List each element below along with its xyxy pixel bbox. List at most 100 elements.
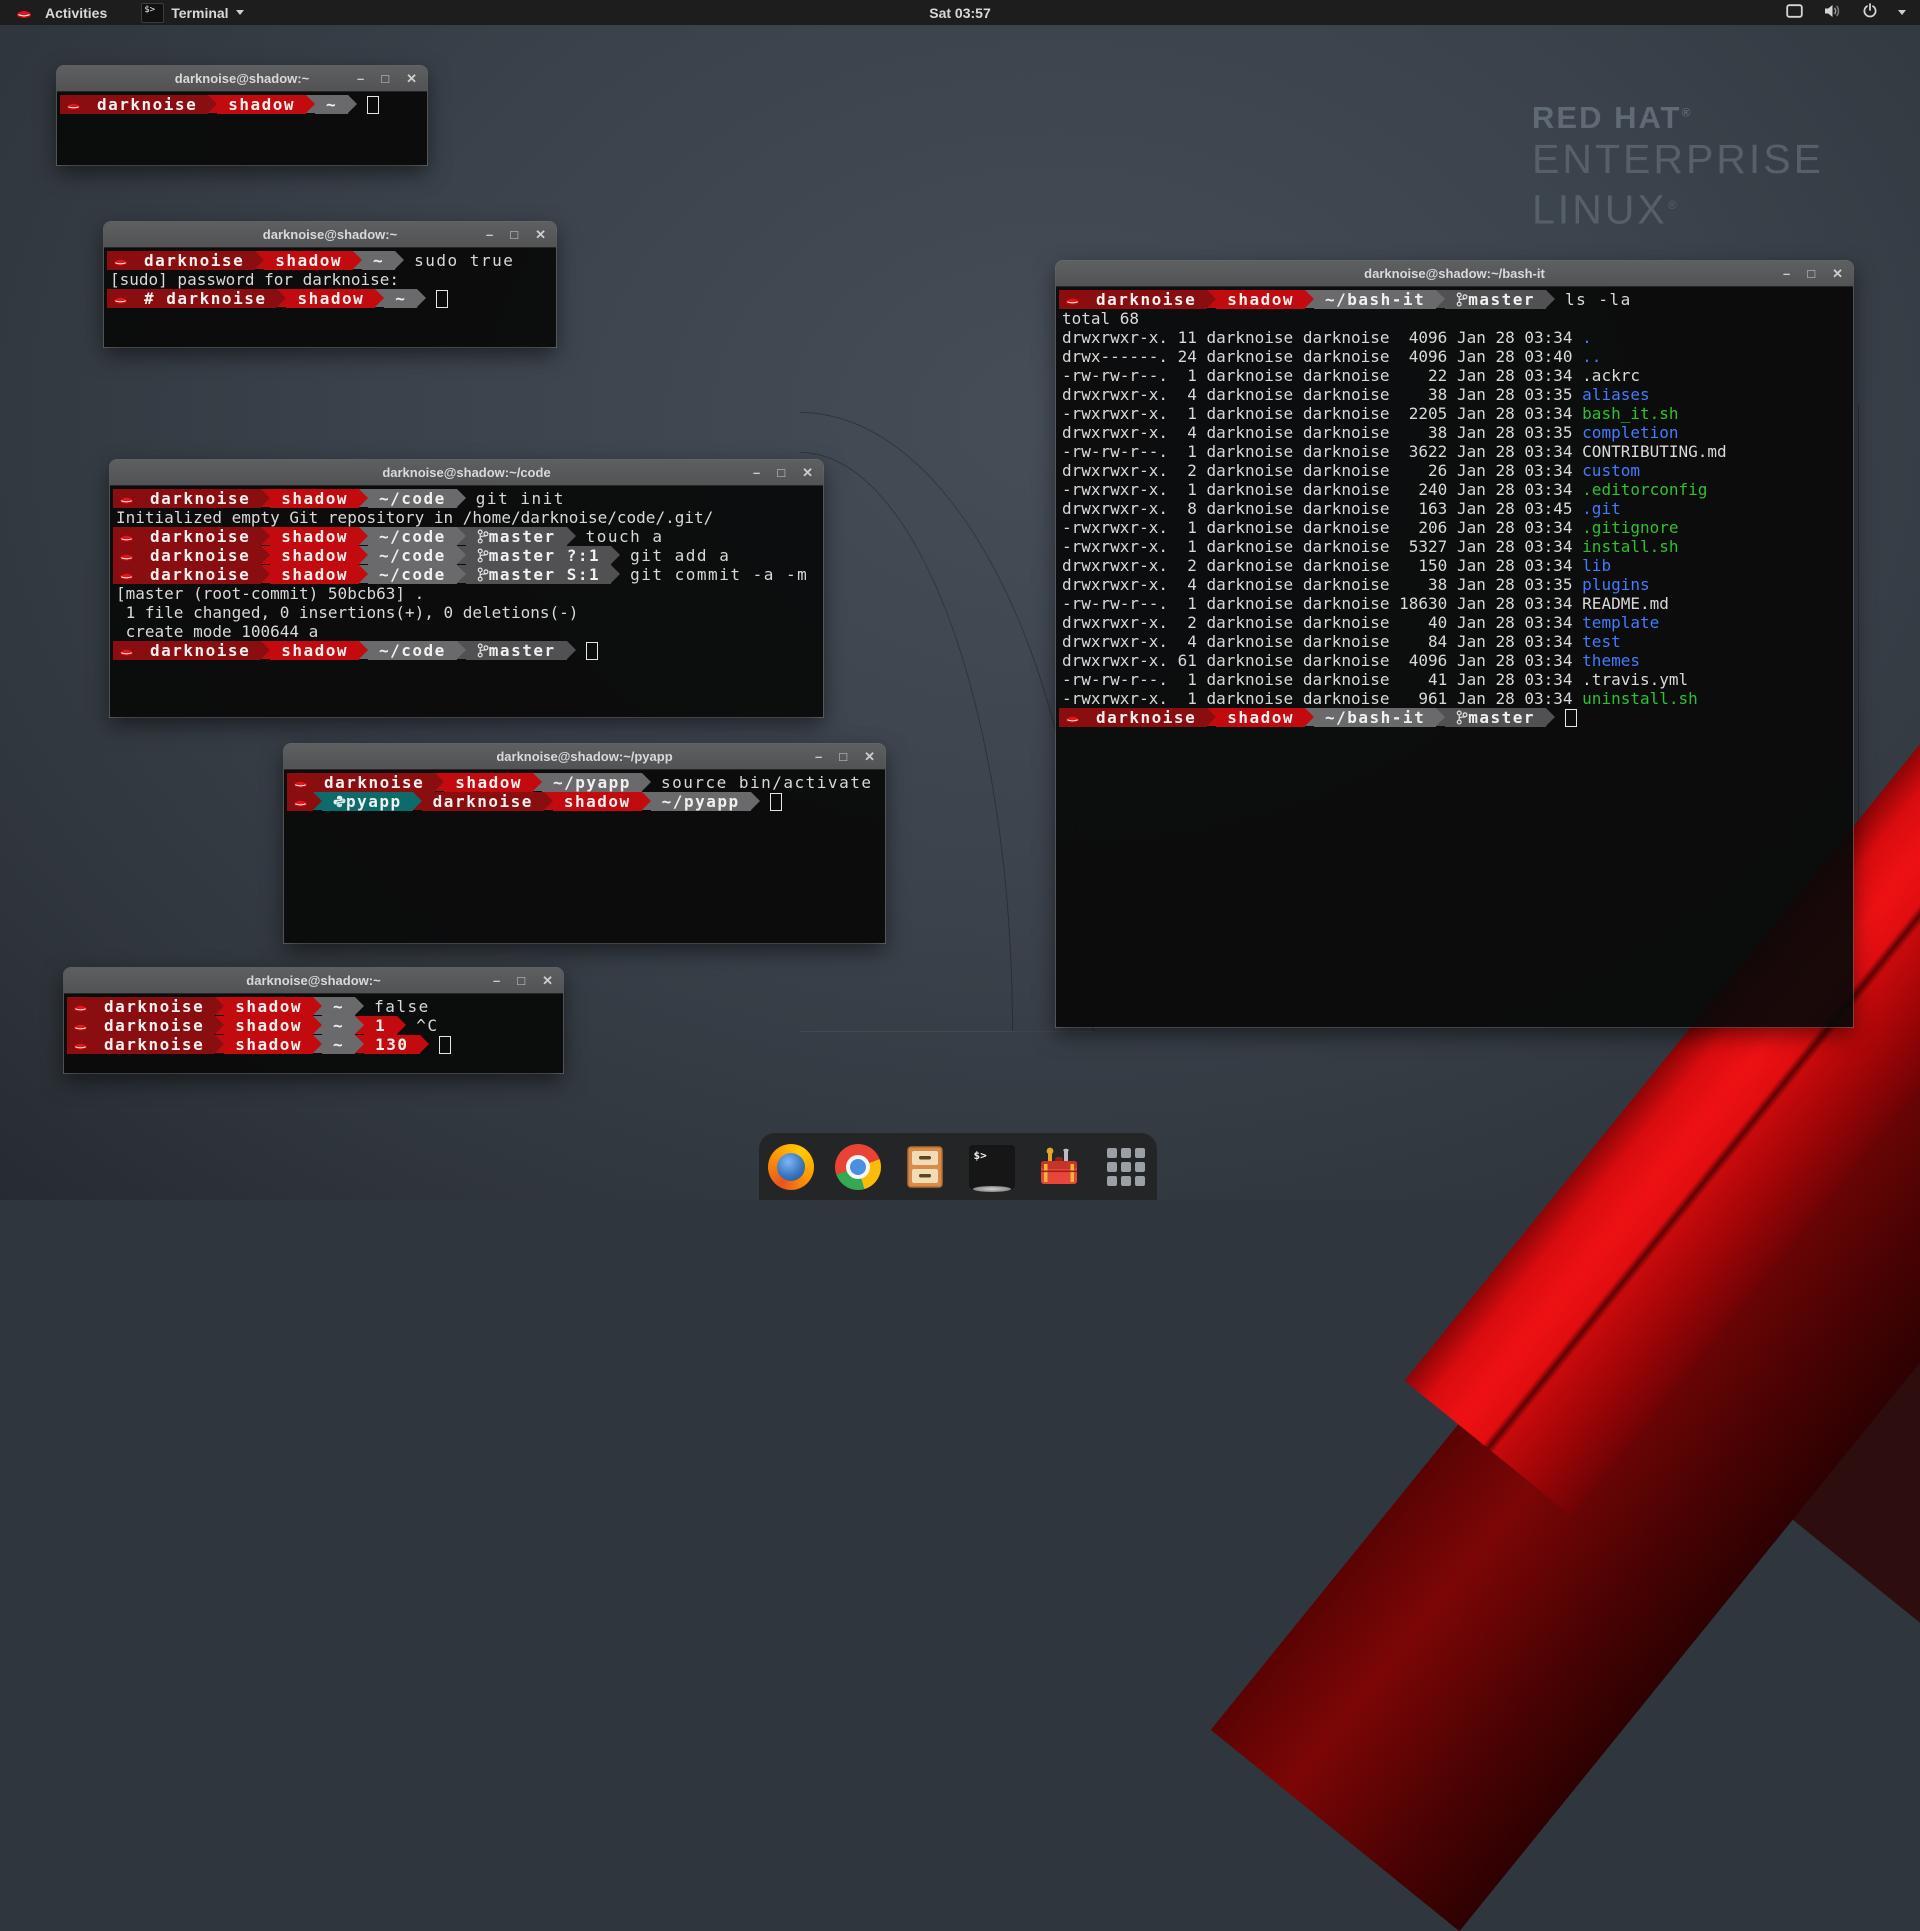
prompt-segment: ~ xyxy=(362,251,395,270)
prompt-segment: master xyxy=(1445,290,1546,309)
powerline-arrow xyxy=(1436,290,1445,308)
command-text: source bin/activate xyxy=(661,773,873,792)
python-icon xyxy=(333,795,346,808)
file-name: CONTRIBUTING.md xyxy=(1582,442,1727,461)
dock-files-icon[interactable] xyxy=(902,1144,948,1190)
close-button[interactable]: ✕ xyxy=(542,968,553,993)
titlebar[interactable]: darknoise@shadow:~/pyapp –□✕ xyxy=(284,744,885,770)
volume-icon[interactable] xyxy=(1823,3,1842,22)
minimize-button[interactable]: – xyxy=(1783,261,1790,286)
registered-mark: ® xyxy=(1668,198,1680,212)
terminal-line: 1 file changed, 0 insertions(+), 0 delet… xyxy=(113,603,823,622)
maximize-button[interactable]: □ xyxy=(777,460,785,485)
prompt-segment xyxy=(287,773,313,792)
branch-icon xyxy=(1456,292,1468,307)
prompt-segment: darknoise xyxy=(93,997,215,1016)
powerline-arrow xyxy=(313,792,322,810)
command-text: git init xyxy=(476,489,565,508)
powerline-arrow xyxy=(413,792,422,810)
minimize-button[interactable]: – xyxy=(753,460,760,485)
powerline-arrow xyxy=(313,1016,322,1034)
file-name: .git xyxy=(1582,499,1621,518)
branding-line3: LINUX xyxy=(1532,187,1668,233)
terminal-line: -rwxrwxr-x. 1 darknoise darknoise 240 Ja… xyxy=(1059,480,1853,499)
minimize-button[interactable]: – xyxy=(815,744,822,769)
powerline-arrow xyxy=(457,489,466,507)
clock[interactable]: Sat 03:57 xyxy=(929,5,990,21)
terminal-line: darknoiseshadow~/bash-itmasterls -la xyxy=(1059,290,1853,309)
titlebar[interactable]: darknoise@shadow:~ –□✕ xyxy=(104,222,556,248)
powerline-arrow xyxy=(457,527,466,545)
prompt-segment: darknoise xyxy=(313,773,435,792)
activities-button[interactable]: Activities xyxy=(10,0,113,25)
powerline-arrow xyxy=(642,773,651,791)
terminal-line: darknoiseshadow~/codemaster S:1git commi… xyxy=(113,565,823,584)
close-button[interactable]: ✕ xyxy=(864,744,875,769)
terminal-cursor xyxy=(439,1036,451,1054)
close-button[interactable]: ✕ xyxy=(406,66,417,91)
redhat-icon xyxy=(1065,294,1080,306)
minimize-button[interactable]: – xyxy=(493,968,500,993)
minimize-button[interactable]: – xyxy=(357,66,364,91)
terminal-line: darknoiseshadow~/bash-itmaster xyxy=(1059,708,1853,727)
terminal-line: -rw-rw-r--. 1 darknoise darknoise 22 Jan… xyxy=(1059,366,1853,385)
terminal-line: # darknoiseshadow~ xyxy=(107,289,556,308)
terminal-content[interactable]: darknoiseshadow~/codegit initInitialized… xyxy=(110,486,823,717)
caret-down-icon[interactable] xyxy=(1898,10,1906,15)
display-icon[interactable] xyxy=(1786,4,1803,22)
maximize-button[interactable]: □ xyxy=(517,968,525,993)
prompt-segment xyxy=(287,792,313,811)
prompt-segment: shadow xyxy=(553,792,642,811)
titlebar[interactable]: darknoise@shadow:~ –□✕ xyxy=(57,66,427,92)
file-name: completion xyxy=(1582,423,1678,442)
command-text: ^C xyxy=(416,1016,438,1035)
terminal-window-home-2: darknoise@shadow:~ –□✕ darknoiseshadow~f… xyxy=(64,968,563,1073)
powerline-arrow xyxy=(359,527,368,545)
file-name: install.sh xyxy=(1582,537,1678,556)
redhat-icon xyxy=(119,569,134,581)
terminal-line: darknoiseshadow~130 xyxy=(67,1035,563,1054)
app-menu-terminal[interactable]: $> Terminal xyxy=(135,0,249,25)
close-button[interactable]: ✕ xyxy=(1832,261,1843,286)
titlebar[interactable]: darknoise@shadow:~ –□✕ xyxy=(64,968,563,994)
prompt-segment xyxy=(107,251,133,270)
terminal-content[interactable]: darknoiseshadow~ xyxy=(57,92,427,165)
dock-toolbox-icon[interactable] xyxy=(1036,1144,1082,1190)
titlebar[interactable]: darknoise@shadow:~/bash-it –□✕ xyxy=(1056,261,1853,287)
prompt-segment xyxy=(107,289,133,308)
prompt-segment: darknoise xyxy=(139,546,261,565)
prompt-segment: shadow xyxy=(224,997,313,1016)
dock-terminal-icon[interactable]: $> xyxy=(969,1144,1015,1190)
maximize-button[interactable]: □ xyxy=(1807,261,1815,286)
maximize-button[interactable]: □ xyxy=(381,66,389,91)
powerline-arrow xyxy=(611,546,620,564)
dock: $> xyxy=(759,1133,1157,1200)
powerline-arrow xyxy=(435,773,444,791)
terminal-line: darknoiseshadow~/pyappsource bin/activat… xyxy=(287,773,885,792)
prompt-segment: shadow xyxy=(224,1035,313,1054)
dock-app-grid-icon[interactable] xyxy=(1103,1144,1149,1190)
powerline-arrow xyxy=(1207,290,1216,308)
minimize-button[interactable]: – xyxy=(486,222,493,247)
powerline-arrow xyxy=(417,289,426,307)
terminal-content[interactable]: darknoiseshadow~/pyappsource bin/activat… xyxy=(284,770,885,943)
terminal-icon-glyph: $> xyxy=(144,5,155,22)
terminal-line: [sudo] password for darknoise: xyxy=(107,270,556,289)
maximize-button[interactable]: □ xyxy=(839,744,847,769)
dock-chrome-icon[interactable] xyxy=(835,1144,881,1190)
terminal-line: -rw-rw-r--. 1 darknoise darknoise 18630 … xyxy=(1059,594,1853,613)
terminal-content[interactable]: darknoiseshadow~falsedarknoiseshadow~1^C… xyxy=(64,994,563,1073)
close-button[interactable]: ✕ xyxy=(802,460,813,485)
dock-firefox-icon[interactable] xyxy=(768,1144,814,1190)
activities-label: Activities xyxy=(45,5,107,21)
power-icon[interactable] xyxy=(1862,3,1878,22)
powerline-arrow xyxy=(1546,708,1555,726)
file-name: test xyxy=(1582,632,1621,651)
window-title: darknoise@shadow:~/code xyxy=(110,465,823,480)
titlebar[interactable]: darknoise@shadow:~/code –□ ✕ xyxy=(110,460,823,486)
terminal-content[interactable]: darknoiseshadow~/bash-itmasterls -latota… xyxy=(1056,287,1853,1027)
terminal-content[interactable]: darknoiseshadow~sudo true[sudo] password… xyxy=(104,248,556,347)
branch-icon xyxy=(477,548,489,563)
close-button[interactable]: ✕ xyxy=(535,222,546,247)
maximize-button[interactable]: □ xyxy=(510,222,518,247)
